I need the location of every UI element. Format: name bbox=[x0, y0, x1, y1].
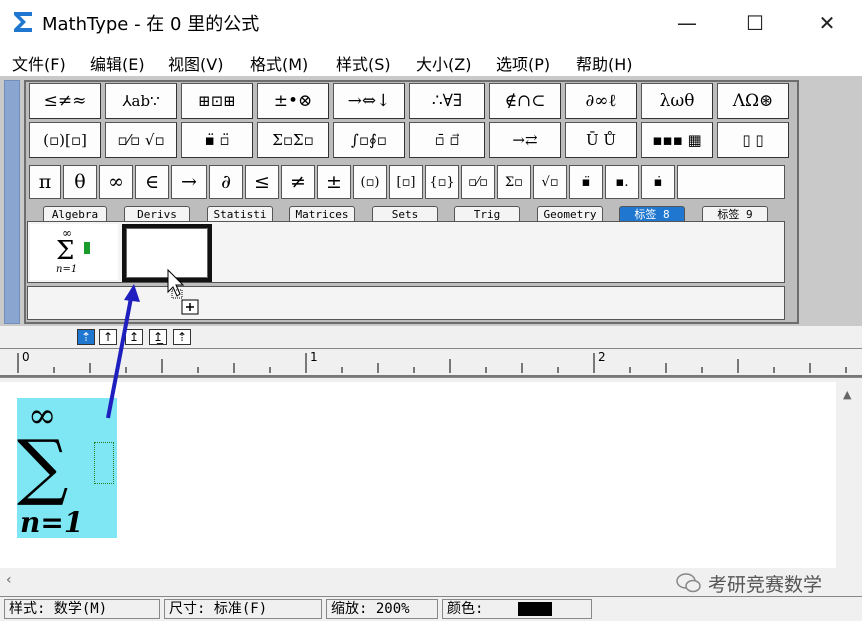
boxes-palette-button[interactable]: ▯ ▯ bbox=[717, 122, 789, 158]
tab-label-8[interactable]: 标签 8 bbox=[619, 206, 685, 222]
menu-help[interactable]: 帮助(H) bbox=[576, 51, 633, 75]
status-style: 样式: 数学(M) bbox=[4, 599, 160, 619]
sets-palette-button[interactable]: ∉∩⊂ bbox=[489, 83, 561, 119]
scroll-left-icon[interactable]: ‹ bbox=[6, 572, 12, 588]
maximize-button[interactable]: ☐ bbox=[740, 8, 770, 38]
ruler-label-1: 1 bbox=[310, 350, 318, 364]
tab-sets[interactable]: Sets bbox=[372, 206, 438, 222]
equation-empty-slot[interactable] bbox=[94, 442, 114, 484]
relations-palette-button[interactable]: ≤≠≈ bbox=[29, 83, 101, 119]
mathtype-logo-icon bbox=[14, 12, 32, 32]
integral-palette-button[interactable]: ∫▫∮▫ bbox=[333, 122, 405, 158]
tab-trig[interactable]: Trig bbox=[454, 206, 520, 222]
plus-minus-button[interactable]: ± bbox=[317, 165, 351, 199]
saved-sum-placeholder bbox=[84, 242, 90, 254]
equation-lower-limit: n=1 bbox=[20, 506, 84, 539]
ruler-label-2: 2 bbox=[598, 350, 606, 364]
pi-symbol-button[interactable]: π bbox=[29, 165, 61, 199]
tab-statistics[interactable]: Statisti bbox=[207, 206, 273, 222]
partial-symbol-button[interactable]: ∂ bbox=[209, 165, 243, 199]
embellishments-palette-button[interactable]: ⊞⊡⊞ bbox=[181, 83, 253, 119]
operators-palette-button[interactable]: ±•⊗ bbox=[257, 83, 329, 119]
ruler-label-0: 0 bbox=[22, 350, 30, 364]
menu-bar: 文件(F) 编辑(E) 视图(V) 格式(M) 样式(S) 大小(Z) 选项(P… bbox=[0, 46, 862, 76]
sqrt-template-button[interactable]: √▫ bbox=[533, 165, 567, 199]
brackets-template-button[interactable]: [▫] bbox=[389, 165, 423, 199]
menu-view[interactable]: 视图(V) bbox=[168, 51, 223, 75]
equation-sum-symbol: ∑ bbox=[17, 424, 69, 508]
empty-palette-slot bbox=[677, 165, 785, 199]
menu-file[interactable]: 文件(F) bbox=[12, 51, 66, 75]
superscript-template-button[interactable]: ▪̈ bbox=[569, 165, 603, 199]
misc-symbols-palette-button[interactable]: ∂∞ℓ bbox=[565, 83, 637, 119]
title-bar: MathType - 在 0 里的公式 — ☐ ✕ bbox=[0, 0, 862, 46]
parentheses-template-button[interactable]: (▫) bbox=[353, 165, 387, 199]
close-button[interactable]: ✕ bbox=[812, 8, 842, 38]
matrix-palette-button[interactable]: ▪▪▪ ▦ bbox=[641, 122, 713, 158]
nudge-button-3[interactable]: ↥ bbox=[125, 329, 143, 345]
tab-derivs[interactable]: Derivs bbox=[124, 206, 190, 222]
right-arrow-button[interactable]: → bbox=[171, 165, 207, 199]
minimize-button[interactable]: — bbox=[672, 8, 702, 38]
subscript-template-button[interactable]: ▪. bbox=[605, 165, 639, 199]
sub-superscript-template-button[interactable]: ▪̇ bbox=[641, 165, 675, 199]
theta-symbol-button[interactable]: θ bbox=[63, 165, 97, 199]
tab-matrices[interactable]: Matrices bbox=[289, 206, 355, 222]
nudge-button-1[interactable]: ⇡ bbox=[77, 329, 95, 345]
menu-options[interactable]: 选项(P) bbox=[496, 51, 550, 75]
window-title: MathType - 在 0 里的公式 bbox=[42, 14, 260, 35]
toolbar-grip[interactable] bbox=[4, 80, 20, 324]
nudge-button-5[interactable]: ⇡ bbox=[173, 329, 191, 345]
new-palette-slot-dropzone[interactable] bbox=[122, 224, 212, 282]
labeled-arrows-palette-button[interactable]: →⇄ bbox=[489, 122, 561, 158]
nudge-button-2[interactable]: ↑ bbox=[99, 329, 117, 345]
neq-symbol-button[interactable]: ≠ bbox=[281, 165, 315, 199]
infinity-symbol-button[interactable]: ∞ bbox=[99, 165, 133, 199]
equation-editing-area[interactable] bbox=[0, 382, 836, 568]
saved-sum-expression[interactable]: ∞ Σ n=1 bbox=[30, 224, 118, 280]
fences-palette-button[interactable]: (▫)[▫] bbox=[29, 122, 101, 158]
menu-edit[interactable]: 编辑(E) bbox=[90, 51, 145, 75]
logic-palette-button[interactable]: ∴∀∃ bbox=[409, 83, 485, 119]
scripts-palette-button[interactable]: ▪̈ ▫̈ bbox=[181, 122, 253, 158]
menu-format[interactable]: 格式(M) bbox=[250, 51, 308, 75]
spaces-palette-button[interactable]: ⅄ab∵ bbox=[105, 83, 177, 119]
ruler[interactable] bbox=[0, 348, 862, 378]
fraction-radical-palette-button[interactable]: ▫⁄▫ √▫ bbox=[105, 122, 177, 158]
status-color-label: 颜色: bbox=[442, 599, 592, 619]
leq-symbol-button[interactable]: ≤ bbox=[245, 165, 279, 199]
status-size: 尺寸: 标准(F) bbox=[164, 599, 322, 619]
wechat-icon bbox=[676, 573, 701, 593]
greek-lower-palette-button[interactable]: λωθ bbox=[641, 83, 713, 119]
element-of-button[interactable]: ∈ bbox=[135, 165, 169, 199]
braces-template-button[interactable]: {▫} bbox=[425, 165, 459, 199]
saved-sum-lower: n=1 bbox=[56, 264, 78, 275]
tab-panel-second-row bbox=[27, 286, 785, 320]
watermark-text: 考研竞赛数学 bbox=[708, 574, 823, 596]
vertical-scrollbar[interactable]: ▲ bbox=[836, 382, 862, 568]
menu-style[interactable]: 样式(S) bbox=[336, 51, 391, 75]
menu-size[interactable]: 大小(Z) bbox=[416, 51, 471, 75]
arrows-palette-button[interactable]: →⇔↓ bbox=[333, 83, 405, 119]
summation-palette-button[interactable]: Σ▫Σ▫ bbox=[257, 122, 329, 158]
tab-geometry[interactable]: Geometry bbox=[537, 206, 603, 222]
ruler-ticks bbox=[0, 353, 862, 377]
status-zoom: 缩放: 200% bbox=[326, 599, 438, 619]
greek-upper-palette-button[interactable]: ΛΩ⊛ bbox=[717, 83, 789, 119]
sum-template-button[interactable]: Σ▫ bbox=[497, 165, 531, 199]
tab-label-9[interactable]: 标签 9 bbox=[702, 206, 768, 222]
scroll-up-icon[interactable]: ▲ bbox=[843, 388, 851, 401]
nudge-button-4[interactable]: ↥̲ bbox=[149, 329, 167, 345]
products-palette-button[interactable]: Ū Ů bbox=[565, 122, 637, 158]
status-color-swatch bbox=[518, 602, 552, 616]
bars-palette-button[interactable]: ▫̄ ▫⃗ bbox=[409, 122, 485, 158]
saved-sum-symbol: Σ bbox=[56, 236, 75, 266]
tab-algebra[interactable]: Algebra bbox=[43, 206, 107, 222]
fraction-template-button[interactable]: ▫⁄▫ bbox=[461, 165, 495, 199]
